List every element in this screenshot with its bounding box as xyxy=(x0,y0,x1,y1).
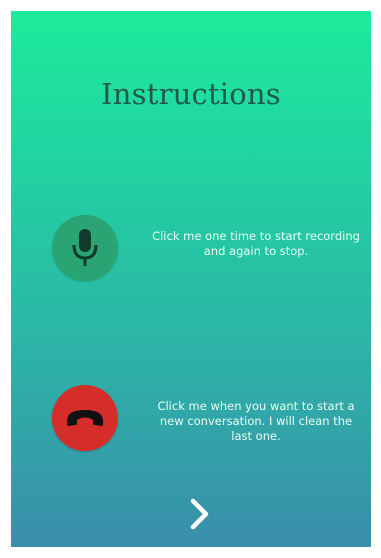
mic-instruction-text: Click me one time to start recording and… xyxy=(152,229,360,258)
app-frame: Instructions Click me one time to start … xyxy=(0,0,381,558)
new-conversation-button[interactable] xyxy=(52,385,118,451)
hangup-instruction: Click me when you want to start a new co… xyxy=(11,385,371,465)
mic-instruction: Click me one time to start recording and… xyxy=(11,215,371,295)
hangup-instruction-text: Click me when you want to start a new co… xyxy=(157,399,355,443)
page-title: Instructions xyxy=(101,77,281,111)
instructions-screen: Instructions Click me one time to start … xyxy=(11,11,371,547)
next-button[interactable] xyxy=(185,497,215,531)
chevron-right-icon xyxy=(190,498,209,530)
microphone-icon xyxy=(72,229,98,266)
record-button[interactable] xyxy=(52,215,118,281)
hang-up-phone-icon xyxy=(67,410,103,426)
